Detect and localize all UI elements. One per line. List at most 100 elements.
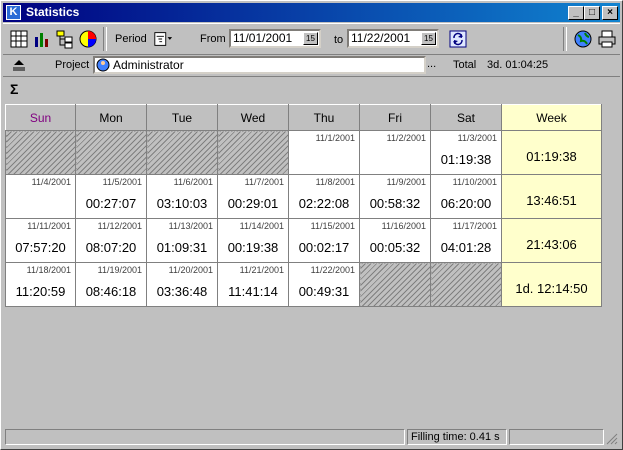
- day-date: 11/7/2001: [244, 177, 284, 187]
- day-cell[interactable]: 11/19/2001 08:46:18: [75, 262, 147, 307]
- project-value: Administrator: [113, 58, 184, 72]
- from-calendar-button[interactable]: 15: [303, 32, 318, 45]
- week-total-cell[interactable]: 21:43:06: [501, 218, 602, 263]
- day-cell[interactable]: 11/3/2001 01:19:38: [430, 130, 502, 175]
- empty-day-cell: [217, 130, 289, 175]
- day-date: 11/20/2001: [168, 265, 213, 275]
- day-cell[interactable]: 11/9/2001 00:58:32: [359, 174, 431, 219]
- day-time: 04:01:28: [440, 240, 492, 255]
- day-header-mon: Mon: [75, 104, 147, 131]
- day-date: 11/9/2001: [386, 177, 426, 187]
- day-cell[interactable]: 11/13/2001 01:09:31: [146, 218, 218, 263]
- day-cell[interactable]: 11/2/2001: [359, 130, 431, 175]
- day-date: 11/13/2001: [168, 221, 213, 231]
- toolbar: Period From 11/01/2001 15 to 11/22/2001 …: [3, 23, 620, 55]
- tree-view-icon[interactable]: [55, 29, 75, 49]
- day-time: 00:05:32: [369, 240, 421, 255]
- day-date: 11/1/2001: [315, 133, 355, 143]
- empty-day-cell: [359, 262, 431, 307]
- status-bar: Filling time: 0.41 s: [3, 427, 620, 446]
- day-cell[interactable]: 11/6/2001 03:10:03: [146, 174, 218, 219]
- week-total: 01:19:38: [526, 149, 577, 164]
- day-time: 00:58:32: [369, 196, 421, 211]
- project-field[interactable]: Administrator: [93, 56, 426, 74]
- total-value: 3d. 01:04:25: [487, 59, 549, 71]
- bar-chart-icon[interactable]: [32, 29, 52, 49]
- day-cell[interactable]: 11/4/2001: [5, 174, 76, 219]
- day-time: 00:29:01: [227, 196, 279, 211]
- day-date: 11/22/2001: [310, 265, 355, 275]
- day-cell[interactable]: 11/12/2001 08:07:20: [75, 218, 147, 263]
- day-cell[interactable]: 11/11/2001 07:57:20: [5, 218, 76, 263]
- to-date-value: 11/22/2001: [351, 31, 411, 45]
- empty-day-cell: [146, 130, 218, 175]
- week-row: 11/4/2001 11/5/2001 00:27:07 11/6/2001 03:10…: [5, 174, 602, 219]
- day-cell[interactable]: 11/20/2001 03:36:48: [146, 262, 218, 307]
- day-time: 01:09:31: [156, 240, 208, 255]
- minimize-button[interactable]: _: [568, 6, 584, 20]
- day-cell[interactable]: 11/8/2001 02:22:08: [288, 174, 360, 219]
- day-header-tue: Tue: [146, 104, 218, 131]
- to-date-field[interactable]: 11/22/2001 15: [347, 29, 439, 48]
- filling-time-status: Filling time: 0.41 s: [407, 429, 507, 445]
- refresh-icon[interactable]: [448, 29, 468, 49]
- day-time: 03:10:03: [156, 196, 208, 211]
- sum-icon[interactable]: Σ: [10, 81, 18, 97]
- period-label: Period: [115, 33, 147, 45]
- day-time: 08:46:18: [85, 284, 137, 299]
- day-date: 11/16/2001: [381, 221, 426, 231]
- collapse-toggle-icon[interactable]: [11, 57, 27, 73]
- day-cell[interactable]: 11/10/2001 06:20:00: [430, 174, 502, 219]
- toolbar-separator: [103, 27, 107, 51]
- day-date: 11/3/2001: [457, 133, 497, 143]
- period-dropdown-icon[interactable]: [153, 29, 173, 49]
- to-label: to: [334, 34, 344, 46]
- day-cell[interactable]: 11/7/2001 00:29:01: [217, 174, 289, 219]
- day-date: 11/12/2001: [97, 221, 142, 231]
- from-date-field[interactable]: 11/01/2001 15: [229, 29, 321, 48]
- day-date: 11/6/2001: [173, 177, 213, 187]
- day-time: 03:36:48: [156, 284, 208, 299]
- week-total-cell[interactable]: 01:19:38: [501, 130, 602, 175]
- day-cell[interactable]: 11/21/2001 11:41:14: [217, 262, 289, 307]
- day-cell[interactable]: 11/14/2001 00:19:38: [217, 218, 289, 263]
- project-browse-button[interactable]: ...: [427, 58, 436, 70]
- day-header-sat: Sat: [430, 104, 502, 131]
- day-header-week: Week: [501, 104, 602, 131]
- maximize-button[interactable]: □: [584, 6, 600, 20]
- resize-grip-icon[interactable]: [606, 433, 618, 445]
- day-time: 00:49:31: [298, 284, 350, 299]
- close-button[interactable]: ×: [602, 6, 618, 20]
- pie-chart-icon[interactable]: [78, 29, 98, 49]
- day-cell[interactable]: 11/22/2001 00:49:31: [288, 262, 360, 307]
- app-logo-icon: K: [6, 5, 21, 20]
- to-calendar-button[interactable]: 15: [421, 32, 436, 45]
- week-row: 11/18/2001 11:20:59 11/19/2001 08:46:18 11/2…: [5, 262, 602, 307]
- empty-day-cell: [430, 262, 502, 307]
- day-time: 00:02:17: [298, 240, 350, 255]
- day-cell[interactable]: 11/16/2001 00:05:32: [359, 218, 431, 263]
- empty-day-cell: [5, 130, 76, 175]
- day-cell[interactable]: 11/15/2001 00:02:17: [288, 218, 360, 263]
- day-date: 11/4/2001: [31, 177, 71, 187]
- day-header-wed: Wed: [217, 104, 289, 131]
- day-cell[interactable]: 11/1/2001: [288, 130, 360, 175]
- window-title: Statistics: [26, 5, 80, 19]
- globe-icon[interactable]: [573, 29, 593, 49]
- day-time: 08:07:20: [85, 240, 137, 255]
- week-total-cell[interactable]: 1d. 12:14:50: [501, 262, 602, 307]
- day-cell[interactable]: 11/5/2001 00:27:07: [75, 174, 147, 219]
- table-view-icon[interactable]: [9, 29, 29, 49]
- statistics-window: K Statistics _ □ × Period From 11/01/200…: [0, 0, 623, 450]
- print-icon[interactable]: [597, 29, 617, 49]
- day-cell[interactable]: 11/18/2001 11:20:59: [5, 262, 76, 307]
- week-total-cell[interactable]: 13:46:51: [501, 174, 602, 219]
- day-cell[interactable]: 11/17/2001 04:01:28: [430, 218, 502, 263]
- day-date: 11/11/2001: [27, 221, 71, 231]
- day-date: 11/2/2001: [386, 133, 426, 143]
- header-row: Sun Mon Tue Wed Thu Fri Sat Week: [5, 104, 602, 131]
- day-time: 00:27:07: [85, 196, 137, 211]
- day-time: 07:57:20: [15, 240, 66, 255]
- title-bar[interactable]: K Statistics _ □ ×: [3, 3, 620, 22]
- empty-day-cell: [75, 130, 147, 175]
